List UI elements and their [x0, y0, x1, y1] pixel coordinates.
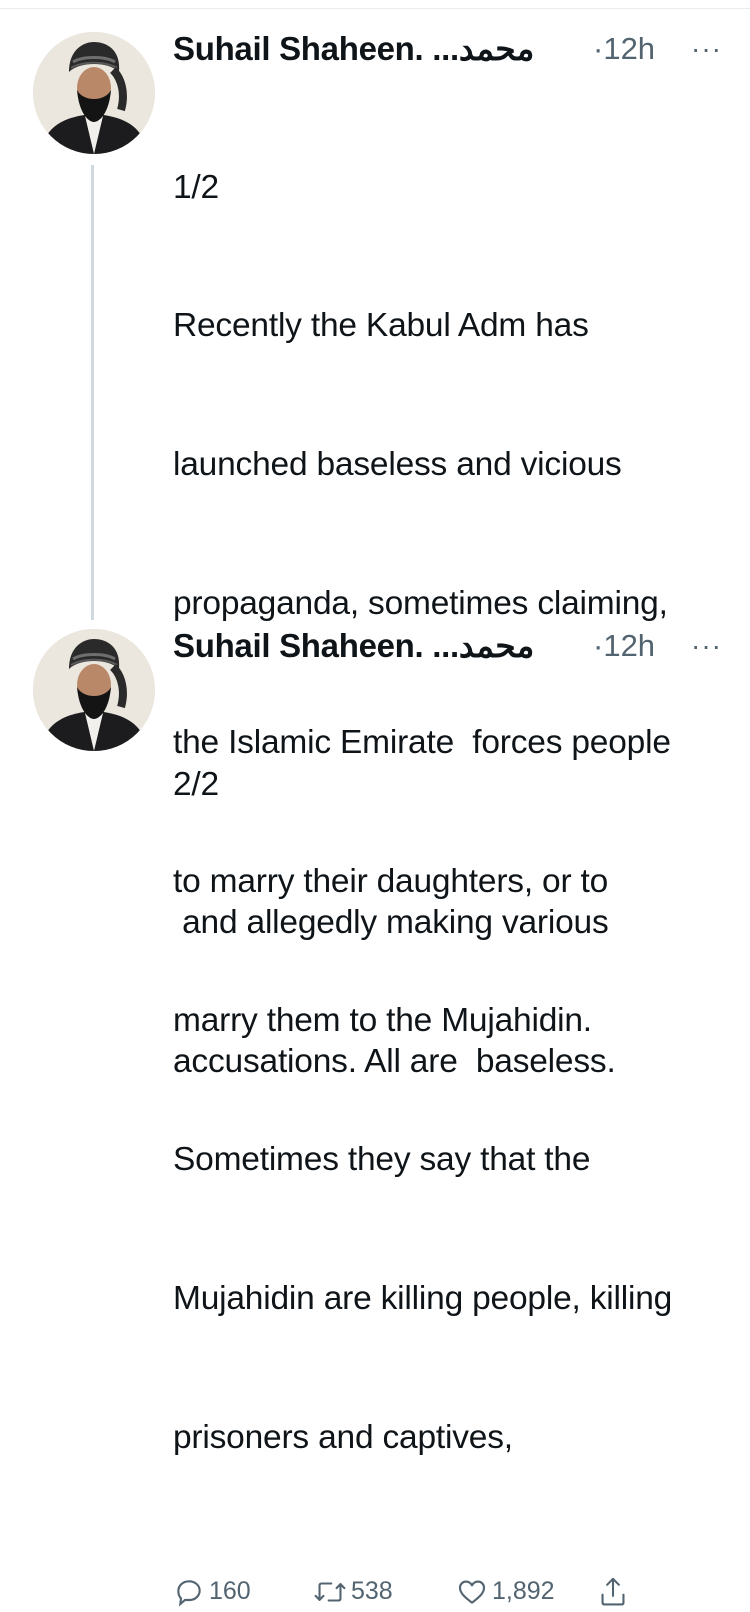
text-line: prisoners and captives,	[173, 1418, 513, 1456]
author-name[interactable]: Suhail Shaheen. ...محمد	[173, 627, 535, 664]
retweet-icon	[313, 1576, 347, 1608]
timestamp[interactable]: ·12h	[593, 625, 655, 667]
reply-count: 160	[209, 1577, 251, 1605]
tweet-header: Suhail Shaheen. ...محمد ·12h ···	[173, 28, 733, 70]
tweet-text: 2/2 and allegedly making various accusat…	[173, 669, 733, 1178]
text-line: accusations. All are baseless.	[173, 1043, 616, 1081]
share-button[interactable]	[597, 1572, 629, 1612]
author-name[interactable]: Suhail Shaheen. ...محمد	[173, 30, 535, 67]
thread-counter: 1/2	[173, 168, 219, 206]
tweet-header: Suhail Shaheen. ...محمد ·12h ···	[173, 625, 733, 667]
more-options-icon[interactable]: ···	[691, 625, 722, 667]
text-line: and allegedly making various	[173, 904, 609, 942]
text-line: launched baseless and vicious	[173, 446, 622, 484]
text-line: Mujahidin are killing people, killing	[173, 1279, 673, 1317]
like-count: 1,892	[492, 1577, 555, 1605]
avatar[interactable]	[33, 32, 155, 154]
text-line: Recently the Kabul Adm has	[173, 307, 589, 345]
tweet-actions: 160 538 1,892	[173, 1572, 733, 1612]
like-button[interactable]: 1,892	[456, 1572, 555, 1612]
top-divider	[0, 0, 750, 9]
retweet-button[interactable]: 538	[313, 1572, 393, 1612]
reply-button[interactable]: 160	[173, 1572, 251, 1612]
reply-icon	[173, 1576, 205, 1608]
heart-icon	[456, 1576, 488, 1608]
text-line: propaganda, sometimes claiming,	[173, 585, 668, 623]
timestamp[interactable]: ·12h	[593, 28, 655, 70]
retweet-count: 538	[351, 1577, 393, 1605]
avatar[interactable]	[33, 629, 155, 751]
share-icon	[597, 1575, 629, 1609]
thread-counter: 2/2	[173, 765, 219, 803]
more-options-icon[interactable]: ···	[691, 28, 722, 70]
tweet-content: Suhail Shaheen. ...محمد ·12h ··· 2/2 and…	[173, 625, 733, 1178]
thread-connector-line	[91, 165, 94, 620]
